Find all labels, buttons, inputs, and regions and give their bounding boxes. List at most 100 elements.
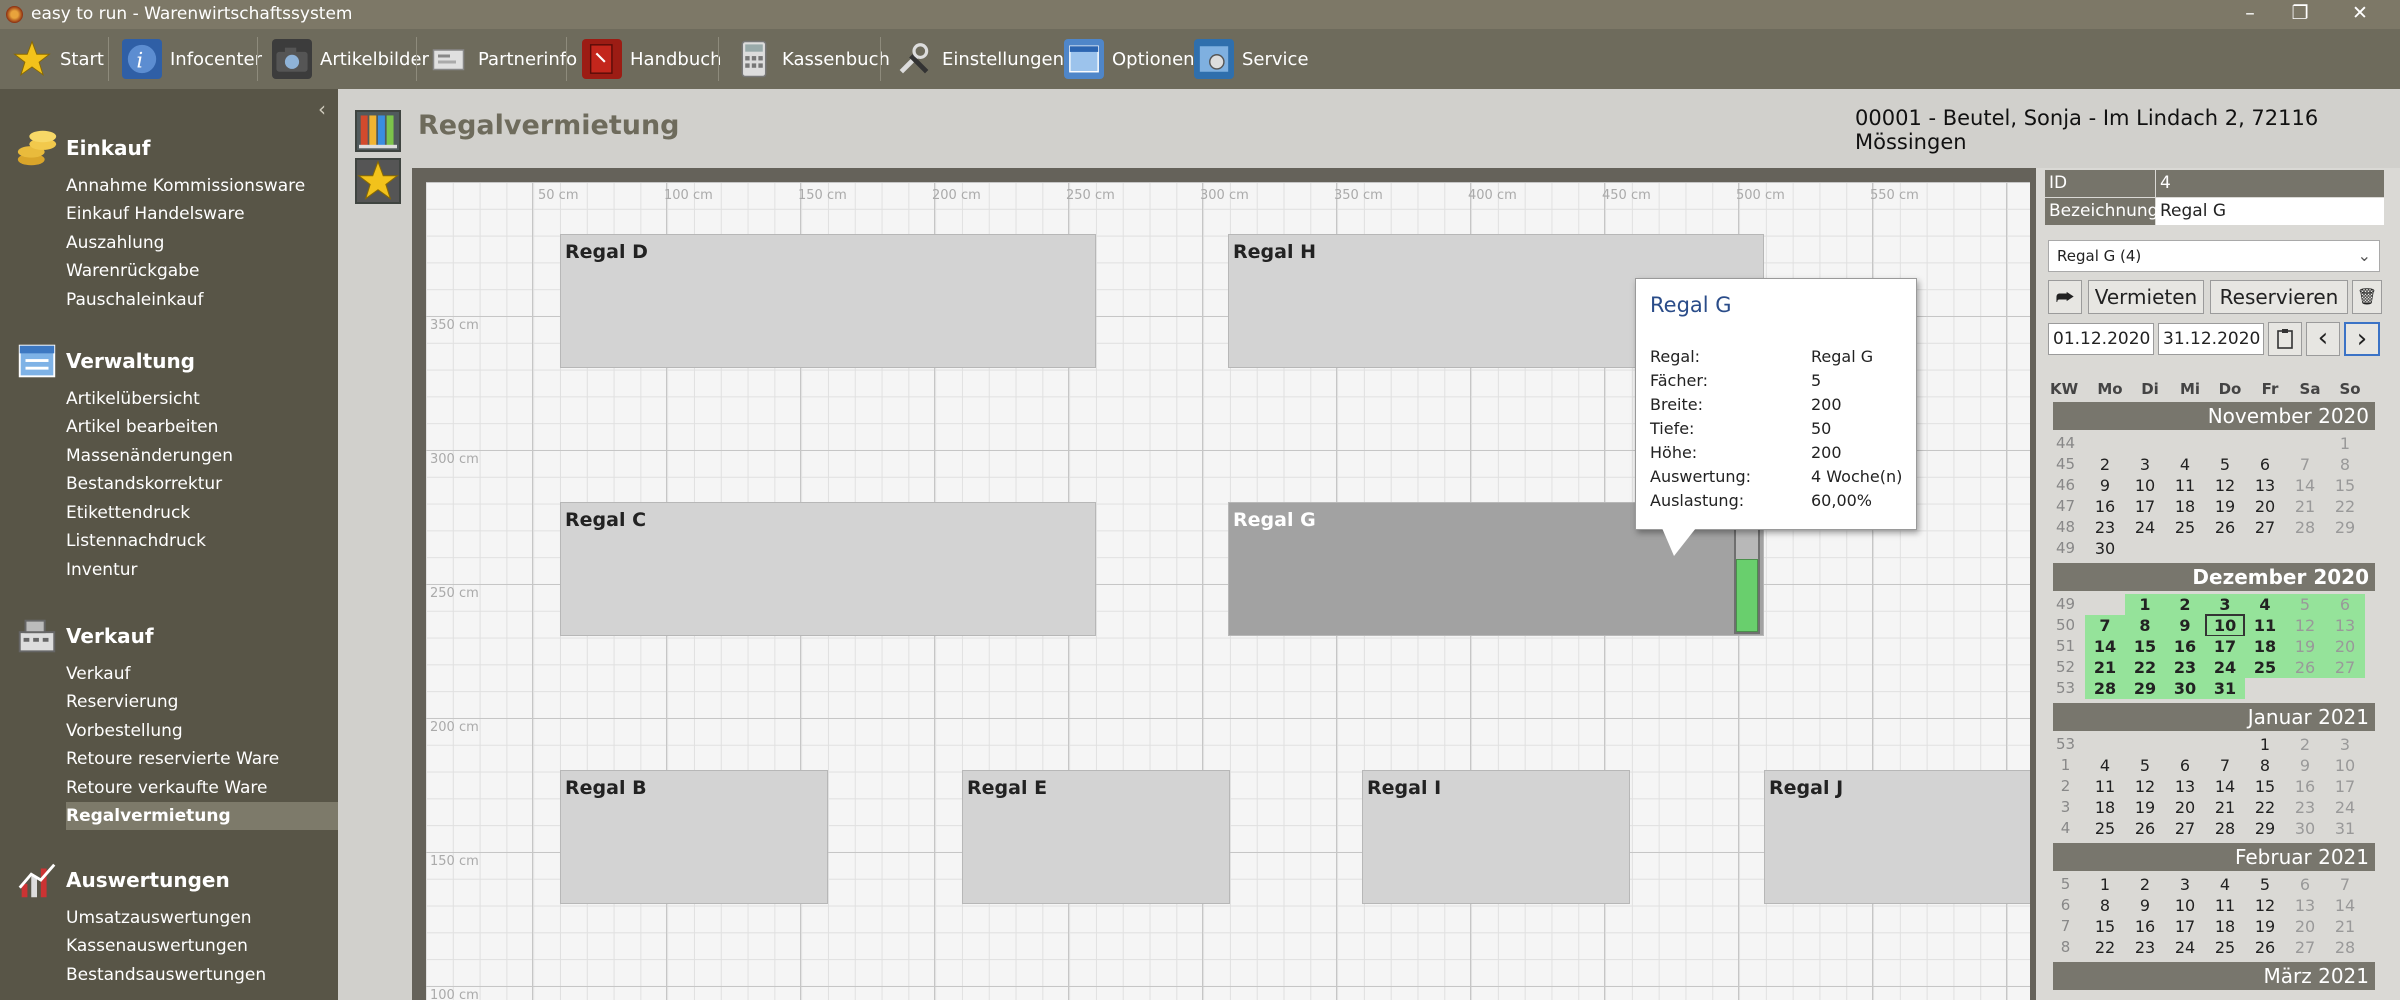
calendar-day[interactable]: 10 bbox=[2165, 895, 2205, 916]
calendar-day[interactable]: 19 bbox=[2285, 636, 2325, 657]
calendar-day[interactable]: 11 bbox=[2205, 895, 2245, 916]
calendar-day[interactable]: 18 bbox=[2245, 636, 2285, 657]
prop-name-field[interactable]: Regal G bbox=[2156, 198, 2384, 225]
calendar-day[interactable]: 17 bbox=[2125, 496, 2165, 517]
toolbar-handbuch-button[interactable]: Handbuch bbox=[570, 29, 732, 89]
sidebar-item-bestandsauswertungen[interactable]: Bestandsauswertungen bbox=[66, 961, 338, 989]
calendar-day[interactable]: 10 bbox=[2125, 475, 2165, 496]
calendar-day[interactable]: 14 bbox=[2205, 776, 2245, 797]
delete-trash-icon[interactable]: 🗑 bbox=[2352, 280, 2382, 314]
share-arrow-icon[interactable]: ⮫ bbox=[2048, 280, 2082, 314]
calendar-day[interactable]: 11 bbox=[2085, 776, 2125, 797]
shelf-select[interactable]: Regal G (4) ⌄ bbox=[2048, 240, 2380, 272]
sidebar-item-artikeluebersicht[interactable]: Artikelübersicht bbox=[66, 385, 338, 413]
calendar-day[interactable]: 7 bbox=[2285, 454, 2325, 475]
calendar-day[interactable]: 25 bbox=[2245, 657, 2285, 678]
calendar-day[interactable]: 16 bbox=[2285, 776, 2325, 797]
calendar-day[interactable]: 3 bbox=[2125, 454, 2165, 475]
calendar-day[interactable]: 16 bbox=[2125, 916, 2165, 937]
calendar-day[interactable]: 29 bbox=[2245, 818, 2285, 839]
sidebar-item-regalvermietung[interactable]: Regalvermietung bbox=[66, 802, 338, 830]
calendar-day[interactable]: 23 bbox=[2085, 517, 2125, 538]
calendar-day[interactable]: 22 bbox=[2125, 657, 2165, 678]
calendar-day[interactable]: 12 bbox=[2205, 475, 2245, 496]
sidebar-item-vorbestellung[interactable]: Vorbestellung bbox=[66, 717, 338, 745]
calendar-day[interactable]: 28 bbox=[2285, 517, 2325, 538]
sidebar-item-reservierung[interactable]: Reservierung bbox=[66, 688, 338, 716]
calendar-day[interactable]: 26 bbox=[2245, 937, 2285, 958]
calendar-day[interactable]: 27 bbox=[2165, 818, 2205, 839]
calendar-day[interactable]: 21 bbox=[2325, 916, 2365, 937]
calendar-day[interactable]: 16 bbox=[2165, 636, 2205, 657]
calendar-day[interactable]: 2 bbox=[2165, 594, 2205, 615]
calendar-day[interactable]: 1 bbox=[2085, 874, 2125, 895]
sidebar-item-kassenauswertungen[interactable]: Kassenauswertungen bbox=[66, 932, 338, 960]
calendar-day[interactable]: 5 bbox=[2245, 874, 2285, 895]
calendar-day[interactable]: 31 bbox=[2205, 678, 2245, 699]
calendar-day[interactable]: 24 bbox=[2325, 797, 2365, 818]
shelf-regal-d[interactable]: Regal D bbox=[560, 234, 1096, 368]
sidebar-item-retoure-verkaufte-ware[interactable]: Retoure verkaufte Ware bbox=[66, 774, 338, 802]
calendar-day[interactable]: 20 bbox=[2285, 916, 2325, 937]
calendar-day[interactable]: 19 bbox=[2245, 916, 2285, 937]
calendar-day[interactable]: 15 bbox=[2325, 475, 2365, 496]
calendar-day[interactable]: 12 bbox=[2285, 615, 2325, 636]
calendar-day[interactable]: 3 bbox=[2325, 734, 2365, 755]
calendar-day[interactable]: 8 bbox=[2085, 895, 2125, 916]
favorite-star-icon[interactable] bbox=[355, 158, 401, 204]
calendar-day[interactable]: 11 bbox=[2245, 615, 2285, 636]
shelf-regal-c[interactable]: Regal C bbox=[560, 502, 1096, 636]
calendar-day[interactable]: 10 bbox=[2325, 755, 2365, 776]
calendar-day[interactable]: 9 bbox=[2085, 475, 2125, 496]
calendar-day[interactable]: 5 bbox=[2125, 755, 2165, 776]
calendar-day[interactable]: 19 bbox=[2125, 797, 2165, 818]
sidebar-collapse-icon[interactable]: ‹ bbox=[318, 97, 326, 121]
calendar-day[interactable]: 8 bbox=[2325, 454, 2365, 475]
calendar-day[interactable]: 27 bbox=[2325, 657, 2365, 678]
calendar-day[interactable]: 1 bbox=[2125, 594, 2165, 615]
sidebar-section-verkauf[interactable]: Verkauf bbox=[14, 613, 154, 659]
sidebar-item-massenaenderungen[interactable]: Massenänderungen bbox=[66, 442, 338, 470]
sidebar-item-annahme-kommissionsware[interactable]: Annahme Kommissionsware bbox=[66, 172, 338, 200]
calendar-day[interactable]: 20 bbox=[2325, 636, 2365, 657]
calendar-day[interactable]: 28 bbox=[2325, 937, 2365, 958]
sidebar-section-einkauf[interactable]: Einkauf bbox=[14, 125, 151, 171]
toolbar-service-button[interactable]: Service bbox=[1182, 29, 1319, 89]
calendar-day[interactable]: 14 bbox=[2085, 636, 2125, 657]
calendar-day[interactable]: 18 bbox=[2205, 916, 2245, 937]
calendar-day[interactable]: 27 bbox=[2245, 517, 2285, 538]
calendar-day[interactable]: 9 bbox=[2125, 895, 2165, 916]
close-button[interactable]: ✕ bbox=[2330, 0, 2390, 29]
calendar-day[interactable]: 9 bbox=[2165, 615, 2205, 636]
vermieten-button[interactable]: Vermieten bbox=[2088, 280, 2204, 314]
calendar-day[interactable]: 15 bbox=[2125, 636, 2165, 657]
calendar-day[interactable]: 5 bbox=[2285, 594, 2325, 615]
calendar-day[interactable]: 8 bbox=[2245, 755, 2285, 776]
calendar-day[interactable]: 11 bbox=[2165, 475, 2205, 496]
sidebar-item-verkauf[interactable]: Verkauf bbox=[66, 660, 338, 688]
calendar-day[interactable]: 18 bbox=[2165, 496, 2205, 517]
calendar-paste-icon[interactable] bbox=[2268, 322, 2302, 356]
toolbar-einstellungen-button[interactable]: Einstellungen bbox=[882, 29, 1074, 89]
next-period-button[interactable]: › bbox=[2344, 322, 2380, 356]
calendar-day[interactable]: 24 bbox=[2165, 937, 2205, 958]
calendar-day[interactable]: 17 bbox=[2325, 776, 2365, 797]
calendar-day[interactable]: 9 bbox=[2285, 755, 2325, 776]
calendar-day[interactable]: 22 bbox=[2085, 937, 2125, 958]
shelf-regal-e[interactable]: Regal E bbox=[962, 770, 1230, 904]
calendar-day[interactable]: 22 bbox=[2325, 496, 2365, 517]
sidebar-item-auszahlung[interactable]: Auszahlung bbox=[66, 229, 338, 257]
calendar-day[interactable]: 18 bbox=[2085, 797, 2125, 818]
calendar-day[interactable]: 8 bbox=[2125, 615, 2165, 636]
calendar-day[interactable]: 1 bbox=[2245, 734, 2285, 755]
calendar-day[interactable]: 6 bbox=[2165, 755, 2205, 776]
calendar-day[interactable]: 2 bbox=[2125, 874, 2165, 895]
calendar-day[interactable]: 25 bbox=[2165, 517, 2205, 538]
calendar-day[interactable]: 31 bbox=[2325, 818, 2365, 839]
sidebar-item-inventur[interactable]: Inventur bbox=[66, 556, 338, 584]
calendar-day[interactable]: 28 bbox=[2085, 678, 2125, 699]
sidebar-item-warenrueckgabe[interactable]: Warenrückgabe bbox=[66, 257, 338, 285]
calendar-day[interactable]: 21 bbox=[2085, 657, 2125, 678]
calendar-day[interactable]: 12 bbox=[2245, 895, 2285, 916]
calendar-day[interactable]: 3 bbox=[2205, 594, 2245, 615]
